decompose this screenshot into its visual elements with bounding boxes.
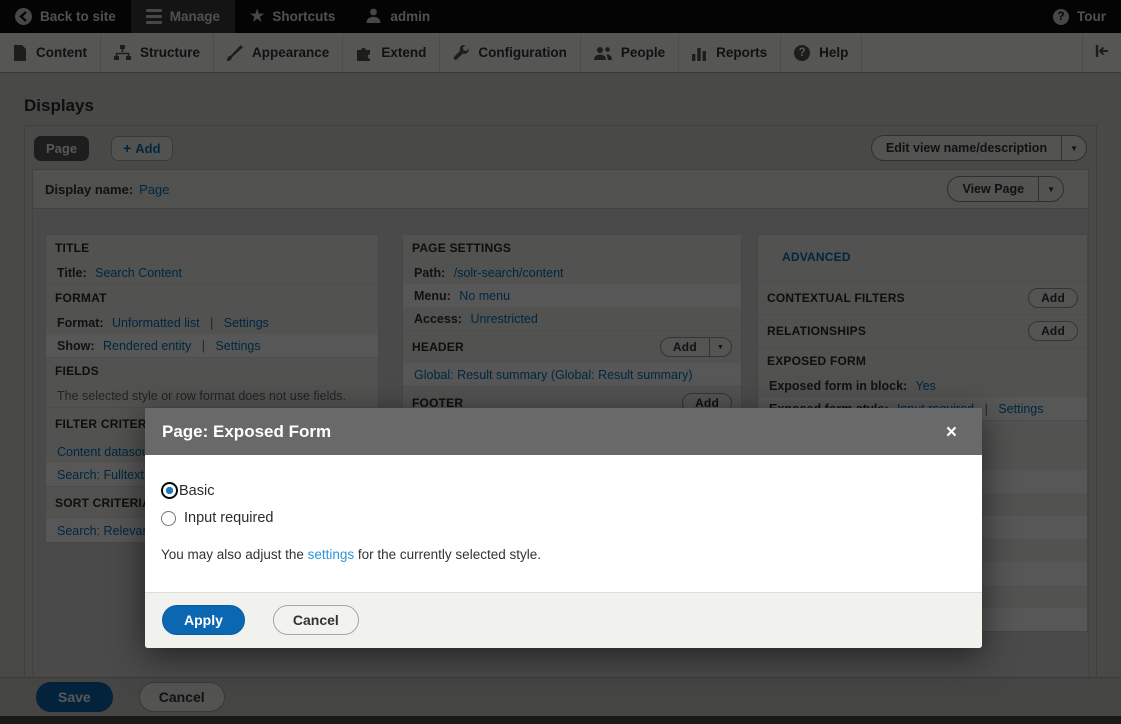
dialog-note: You may also adjust the settings for the…: [161, 547, 964, 562]
dialog-title: Page: Exposed Form: [162, 422, 944, 442]
exposed-form-style-basic-radio[interactable]: [161, 482, 178, 499]
exposed-form-style-input-required-radio[interactable]: [161, 511, 176, 526]
input-required-radio-label[interactable]: Input required: [184, 510, 273, 526]
dialog-titlebar: Page: Exposed Form ×: [145, 408, 982, 455]
radio-row-basic: Basic: [161, 482, 964, 499]
dialog-body: Basic Input required You may also adjust…: [145, 455, 982, 578]
exposed-form-dialog: Page: Exposed Form × Basic Input require…: [145, 408, 982, 648]
dialog-buttonpane: Apply Cancel: [145, 592, 982, 648]
close-icon[interactable]: ×: [944, 423, 959, 442]
dialog-cancel-button[interactable]: Cancel: [273, 605, 359, 635]
note-text: You may also adjust the: [161, 547, 308, 562]
apply-button[interactable]: Apply: [162, 605, 245, 635]
settings-link[interactable]: settings: [308, 547, 355, 562]
basic-radio-label[interactable]: Basic: [179, 483, 214, 499]
note-text: for the currently selected style.: [354, 547, 541, 562]
radio-row-input-required: Input required: [161, 510, 964, 526]
